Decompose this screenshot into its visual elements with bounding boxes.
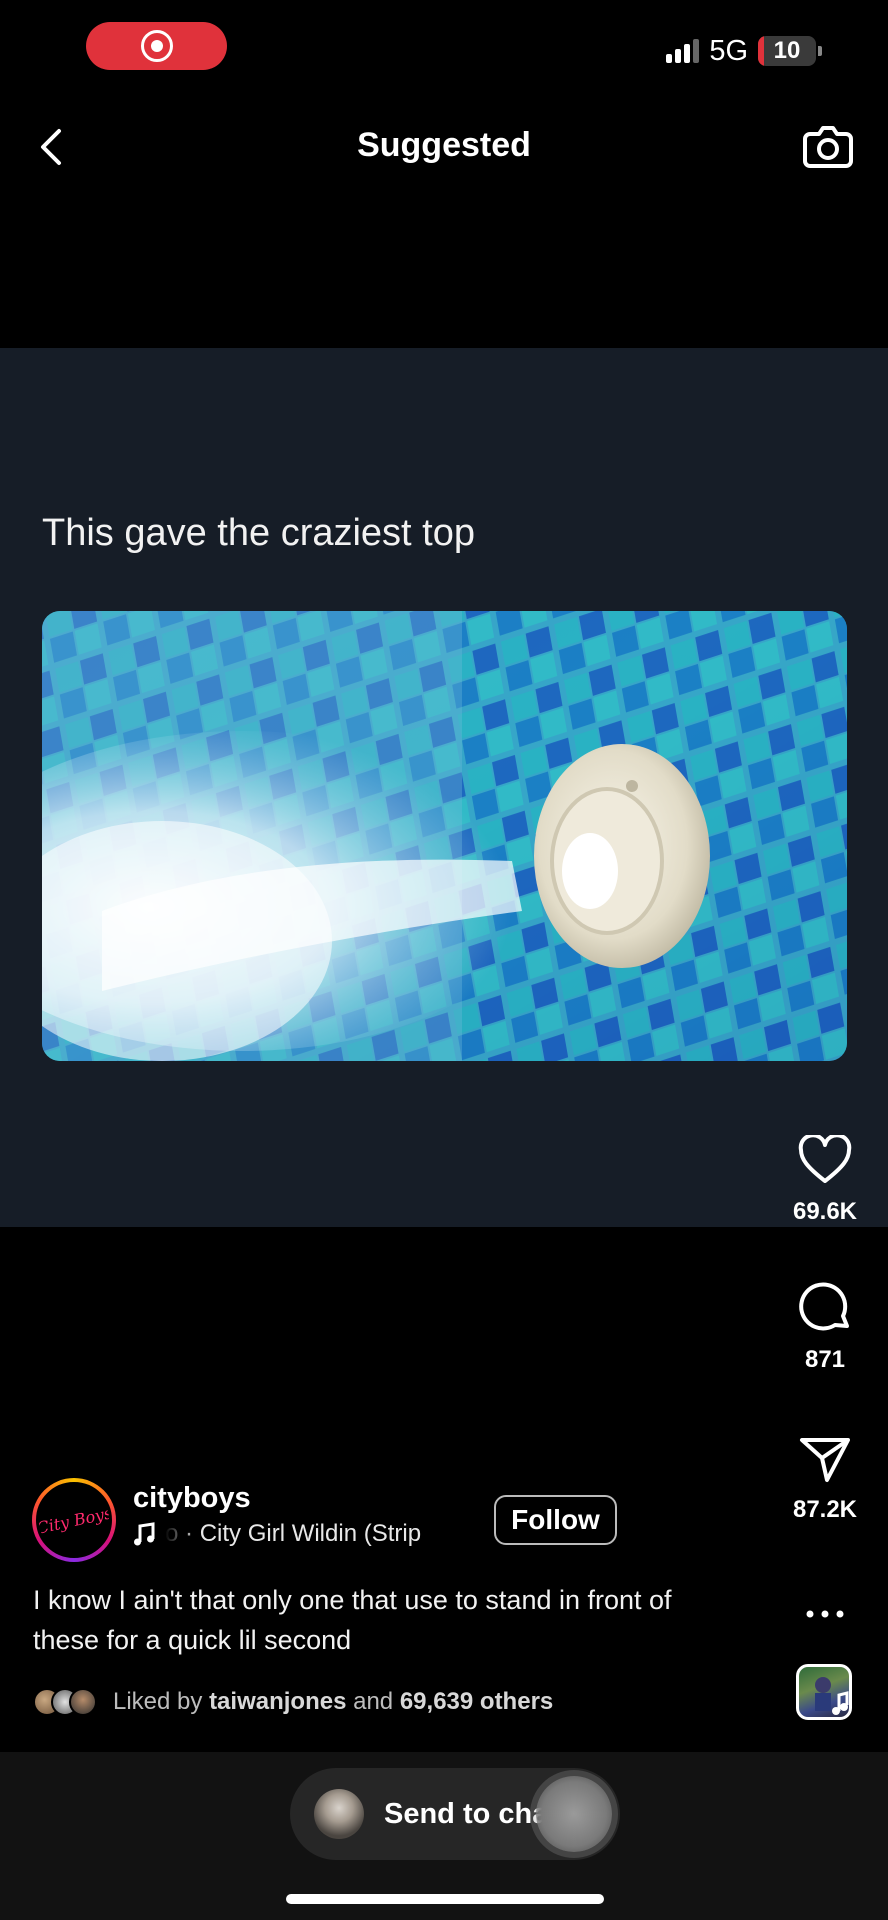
comment-action[interactable]: 871 [770, 1278, 880, 1374]
page-title: Suggested [357, 126, 531, 164]
touch-indicator [536, 1776, 612, 1852]
camera-button[interactable] [800, 118, 856, 174]
like-count: 69.6K [792, 1198, 858, 1225]
like-action[interactable]: 69.6K [770, 1130, 880, 1226]
audio-info[interactable]: o · City Girl Wildin (Strip [133, 1520, 495, 1548]
audio-thumbnail[interactable] [796, 1664, 852, 1720]
send-to-chat-label: Send to chat [384, 1797, 559, 1830]
account-username[interactable]: cityboys [133, 1482, 251, 1515]
likes-summary[interactable]: Liked by taiwanjones and 69,639 others [33, 1688, 553, 1716]
more-options-button[interactable] [770, 1584, 880, 1644]
comment-icon[interactable] [795, 1278, 855, 1338]
status-bar-right: 5G 10 [666, 34, 822, 68]
music-note-icon [134, 1522, 155, 1546]
pool-jet-image [42, 611, 847, 1061]
post-caption: I know I ain't that only one that use to… [33, 1585, 672, 1655]
heart-icon[interactable] [795, 1130, 855, 1190]
post-card[interactable]: This gave the craziest top [0, 348, 888, 1227]
cityboys-logo: City Boys [36, 1502, 112, 1538]
share-action[interactable]: 87.2K [770, 1428, 880, 1524]
record-icon [140, 30, 173, 62]
likes-text: Liked by taiwanjones and 69,639 others [113, 1688, 554, 1715]
home-indicator[interactable] [286, 1894, 604, 1904]
audio-track-text: o · City Girl Wildin (Strip [165, 1520, 422, 1547]
network-type: 5G [709, 34, 748, 67]
post-image[interactable] [42, 611, 847, 1061]
battery-icon: 10 [758, 36, 816, 66]
send-icon[interactable] [795, 1428, 855, 1488]
camera-icon [803, 126, 853, 168]
post-headline: This gave the craziest top [42, 512, 475, 554]
battery-level: 10 [773, 37, 801, 64]
more-horizontal-icon[interactable] [795, 1584, 855, 1644]
avatar [314, 1789, 364, 1839]
account-avatar[interactable]: City Boys [32, 1478, 116, 1562]
comment-count: 871 [804, 1346, 846, 1373]
music-note-icon [815, 1677, 849, 1715]
screen-recording-indicator[interactable] [86, 22, 227, 70]
liker-avatars [33, 1688, 97, 1716]
cellular-signal-icon [666, 39, 700, 63]
share-count: 87.2K [792, 1496, 858, 1523]
follow-button[interactable]: Follow [494, 1495, 617, 1545]
